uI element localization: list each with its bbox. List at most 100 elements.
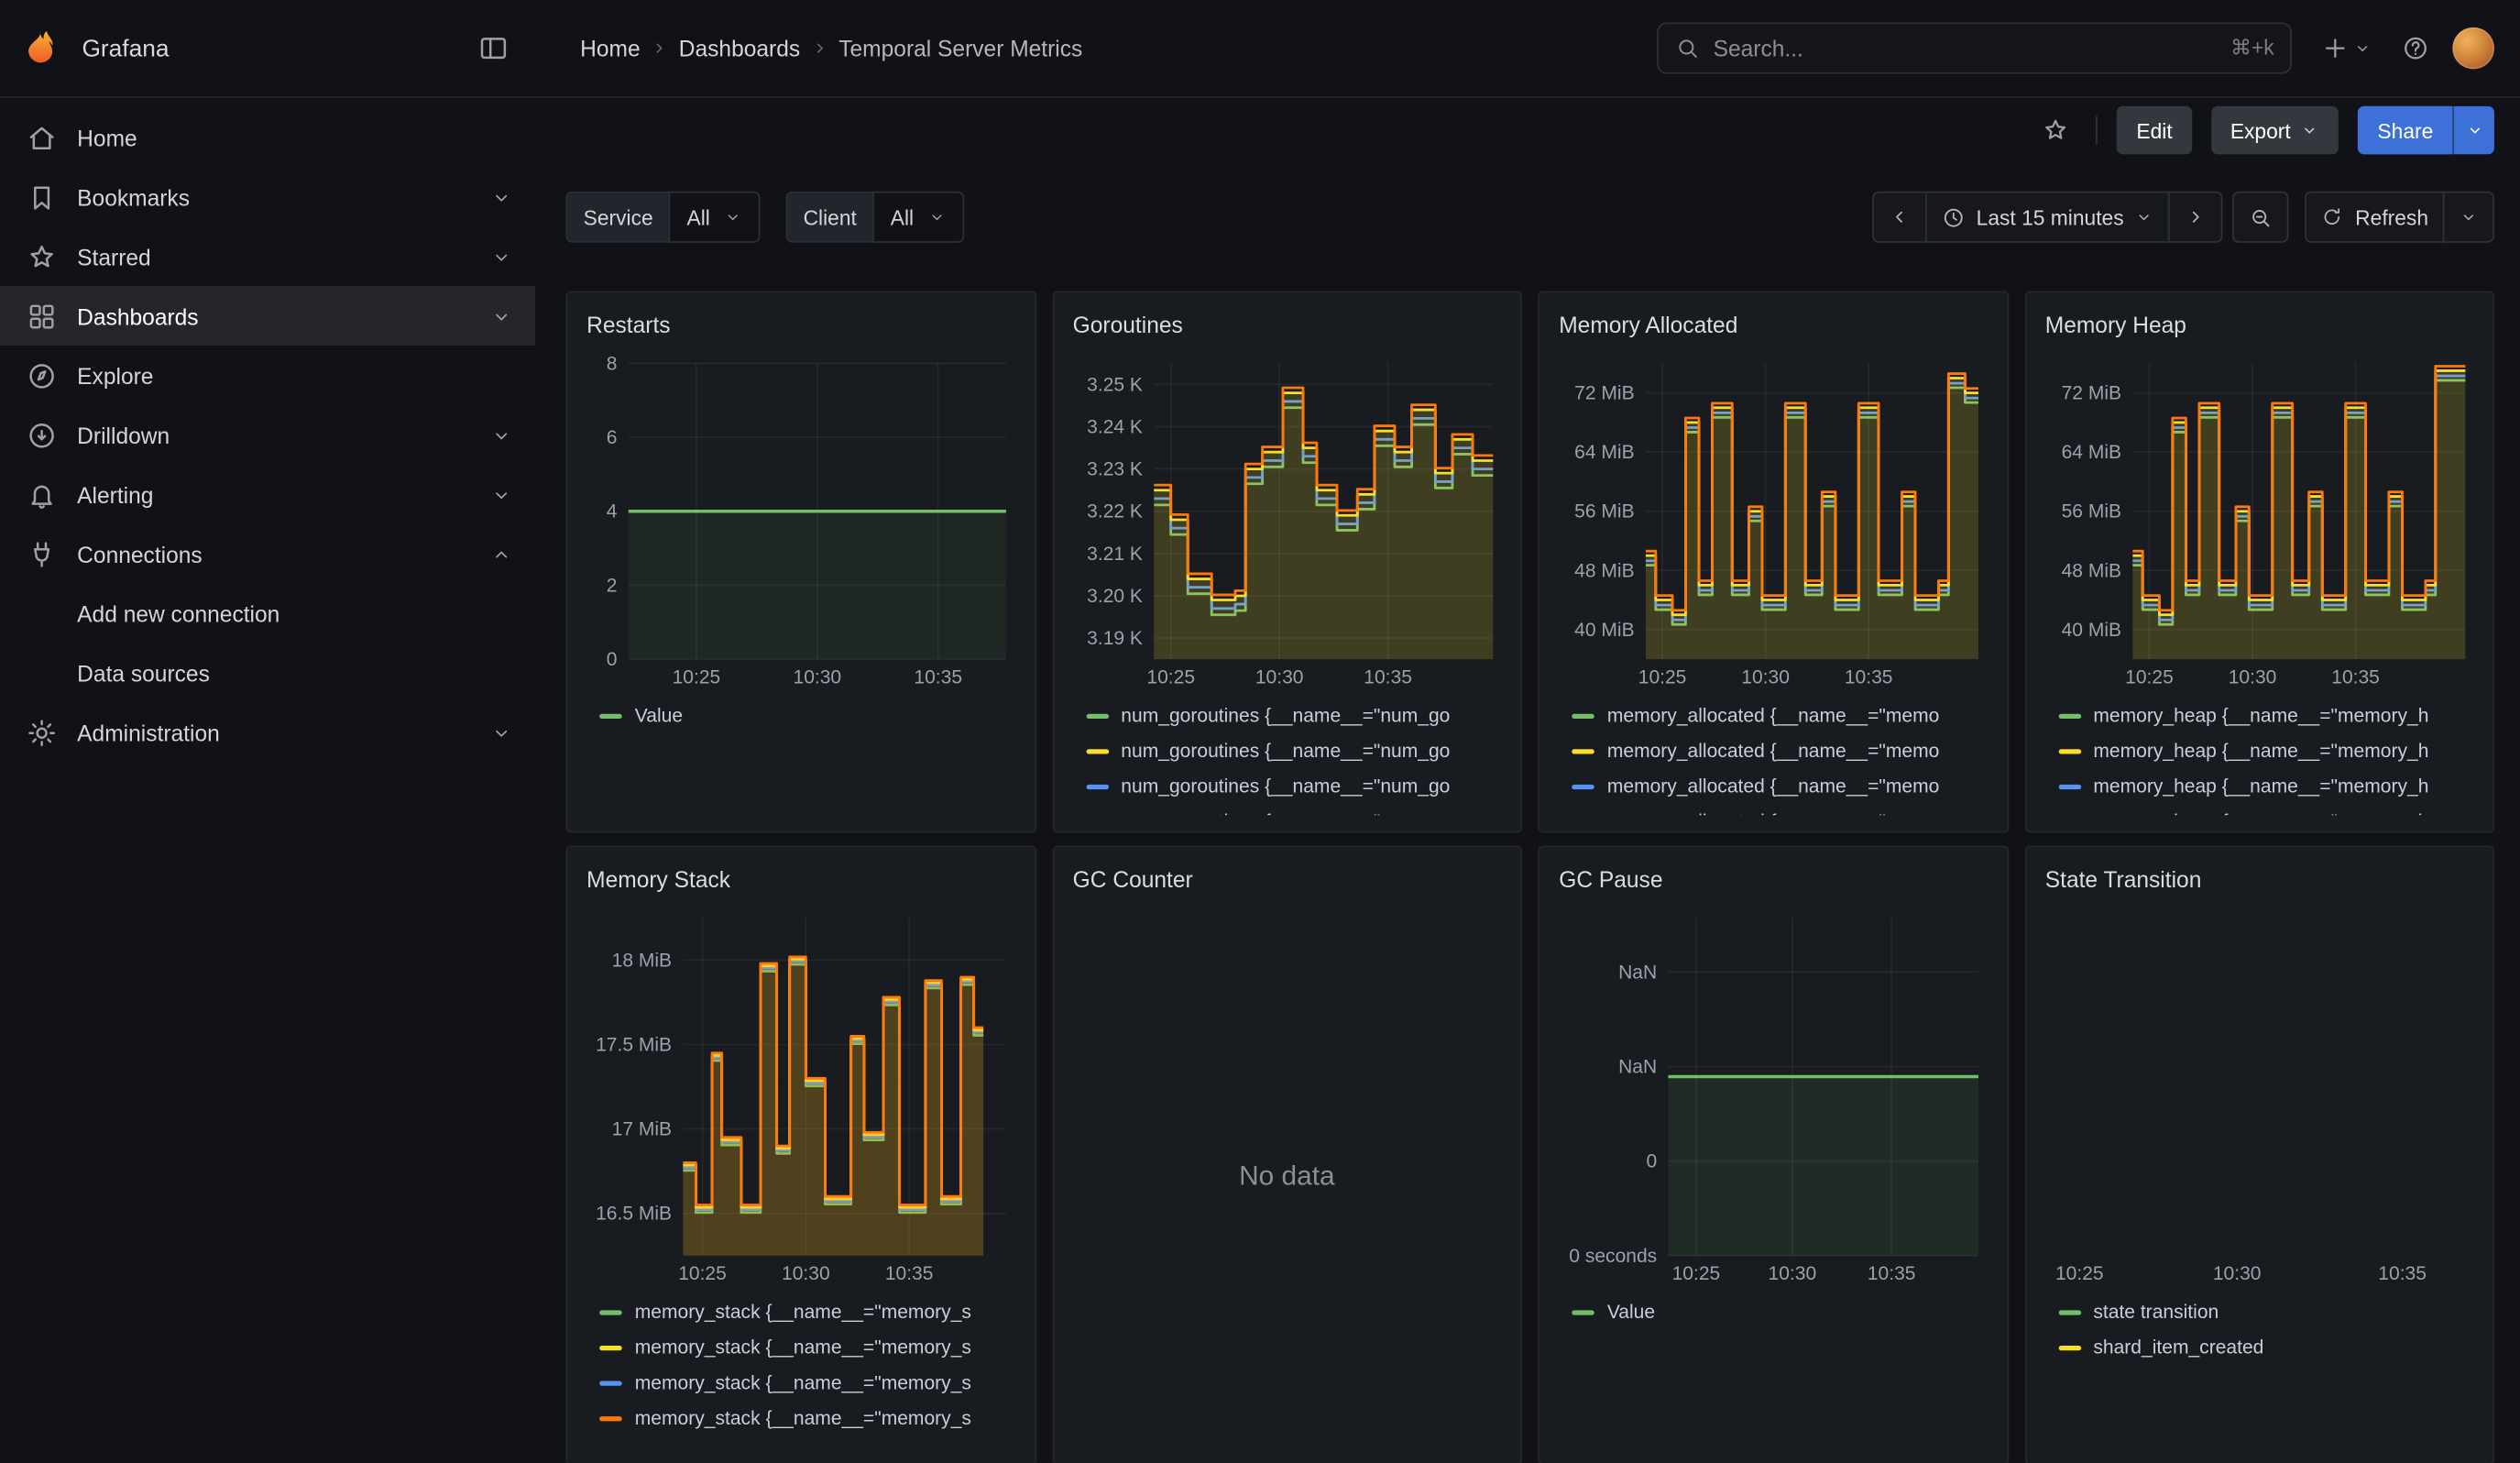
chevron-down-icon[interactable] [490,483,513,506]
panel-gc-pause: GC Pause NaNNaN00 seconds10:2510:3010:35 V… [1538,846,2008,1463]
sidebar-item-home[interactable]: Home [0,108,535,168]
legend-item[interactable]: num_goroutines {__name__="num_go [1086,733,1501,769]
panels-grid: Restarts 8642010:2510:3010:35 Value Gorouti… [565,291,2494,1463]
search-placeholder: Search... [1714,36,2219,61]
legend-label: memory_stack {__name__="memory_s [635,1407,971,1430]
legend-label: memory_heap {__name__="memory_h [2093,775,2428,798]
sidebar-item-drilldown[interactable]: Drilldown [0,405,535,465]
add-button[interactable] [2315,28,2379,70]
edit-button[interactable]: Edit [2117,106,2191,155]
chevron-left-icon [1888,205,1911,228]
chevron-down-icon [723,207,742,226]
refresh-button[interactable]: Refresh [2306,192,2445,243]
legend-item[interactable]: memory_allocated {__name__="memo [1572,804,1987,815]
svg-text:10:30: 10:30 [2228,666,2276,688]
sidebar-item-bookmarks[interactable]: Bookmarks [0,167,535,226]
panel-title[interactable]: Restarts [586,305,1014,344]
legend-item[interactable]: num_goroutines {__name__="num_go [1086,804,1501,815]
time-shift-forward-button[interactable] [2169,192,2224,243]
chevron-down-icon[interactable] [490,424,513,446]
legend-item[interactable]: Value [599,698,1014,733]
chart-area[interactable]: 18 MiB17.5 MiB17 MiB16.5 MiB10:2510:3010… [586,905,1014,1287]
gear-icon [26,716,58,748]
panel-title[interactable]: Memory Stack [586,860,1014,898]
bookmark-icon [26,181,58,213]
chart-area[interactable]: NaNNaN00 seconds10:2510:3010:35 [1559,905,1987,1287]
sidebar-item-starred[interactable]: Starred [0,226,535,286]
sidebar-item-data-sources[interactable]: Data sources [0,644,535,703]
sidebar-item-add-new-connection[interactable]: Add new connection [0,584,535,644]
legend-item[interactable]: memory_stack {__name__="memory_s [599,1329,1014,1365]
share-button[interactable]: Share [2358,106,2452,155]
time-controls: Last 15 minutes Refresh [1872,192,2494,243]
chart-area[interactable]: 10:2510:3010:35 [2045,905,2473,1287]
chart-area[interactable]: 3.25 K3.24 K3.23 K3.22 K3.21 K3.20 K3.19… [1073,350,1501,691]
grafana-logo[interactable] [19,28,61,70]
service-select[interactable]: All [669,192,760,243]
panel-title[interactable]: Goroutines [1073,305,1501,344]
sidebar-item-administration[interactable]: Administration [0,702,535,762]
legend-item[interactable]: memory_heap {__name__="memory_h [2058,698,2473,733]
legend-color-marker [599,1309,622,1314]
legend-item[interactable]: num_goroutines {__name__="num_go [1086,768,1501,804]
sidebar-item-explore[interactable]: Explore [0,346,535,405]
avatar[interactable] [2452,28,2494,70]
legend-item[interactable]: memory_heap {__name__="memory_h [2058,768,2473,804]
sidebar-item-label: Connections [77,541,471,566]
panel-title[interactable]: State Transition [2045,860,2473,898]
help-button[interactable] [2394,28,2437,70]
share-menu-button[interactable] [2452,106,2494,155]
sidebar-item-dashboards[interactable]: Dashboards [0,286,535,346]
chevron-up-icon[interactable] [490,543,513,566]
legend-item[interactable]: shard_item_created [2058,1329,2473,1365]
legend-item[interactable]: memory_heap {__name__="memory_h [2058,733,2473,769]
sidebar-item-connections[interactable]: Connections [0,524,535,584]
panel-title[interactable]: GC Pause [1559,860,1987,898]
breadcrumb-item[interactable]: Dashboards [679,36,800,61]
bell-icon [26,478,58,511]
chart-area[interactable]: 8642010:2510:3010:35 [586,350,1014,691]
sidebar-toggle-button[interactable] [471,26,516,71]
legend-item[interactable]: memory_stack {__name__="memory_s [599,1365,1014,1401]
chevron-down-icon[interactable] [490,245,513,268]
chart-area[interactable]: 72 MiB64 MiB56 MiB48 MiB40 MiB10:2510:30… [2045,350,2473,691]
chevron-down-icon[interactable] [490,721,513,744]
top-header: Grafana HomeDashboardsTemporal Server Me… [0,0,2520,98]
panel-title[interactable]: GC Counter [1073,860,1501,898]
legend-item[interactable]: memory_stack {__name__="memory_s [599,1294,1014,1330]
breadcrumb-item[interactable]: Home [580,36,641,61]
legend-item[interactable]: Value [1572,1294,1987,1330]
client-select[interactable]: All [872,192,963,243]
chevron-down-icon [2135,207,2154,226]
breadcrumb-item: Temporal Server Metrics [838,36,1082,61]
legend-item[interactable]: memory_heap {__name__="memory_h [2058,804,2473,815]
chevron-right-icon [2185,205,2208,228]
legend-item[interactable]: memory_stack {__name__="memory_s [599,1401,1014,1436]
chevron-down-icon[interactable] [490,304,513,327]
svg-text:64 MiB: 64 MiB [1574,442,1634,463]
legend-item[interactable]: memory_allocated {__name__="memo [1572,698,1987,733]
chart-area[interactable]: 72 MiB64 MiB56 MiB48 MiB40 MiB10:2510:30… [1559,350,1987,691]
legend-item[interactable]: memory_allocated {__name__="memo [1572,768,1987,804]
favorite-star-button[interactable] [2035,109,2077,151]
legend-item[interactable]: memory_allocated {__name__="memo [1572,733,1987,769]
panel-title[interactable]: Memory Allocated [1559,305,1987,344]
time-shift-back-button[interactable] [1872,192,1927,243]
sidebar-item-label: Alerting [77,481,471,507]
legend-item[interactable]: state transition [2058,1294,2473,1330]
time-range-picker[interactable]: Last 15 minutes [1925,192,2171,243]
svg-text:10:25: 10:25 [1146,666,1195,688]
search-input[interactable]: Search... ⌘+k [1657,23,2292,74]
zoom-out-button[interactable] [2233,192,2289,243]
clock-icon [1941,205,1965,229]
legend-label: memory_allocated {__name__="memo [1607,704,1940,727]
sidebar-item-alerting[interactable]: Alerting [0,465,535,524]
client-label: Client [785,192,872,243]
refresh-interval-button[interactable] [2443,192,2494,243]
chevron-down-icon[interactable] [490,186,513,209]
legend-item[interactable]: num_goroutines {__name__="num_go [1086,698,1501,733]
svg-text:10:25: 10:25 [2054,1263,2103,1284]
export-button[interactable]: Export [2211,106,2339,155]
panel-title[interactable]: Memory Heap [2045,305,2473,344]
svg-text:10:35: 10:35 [1363,666,1411,688]
